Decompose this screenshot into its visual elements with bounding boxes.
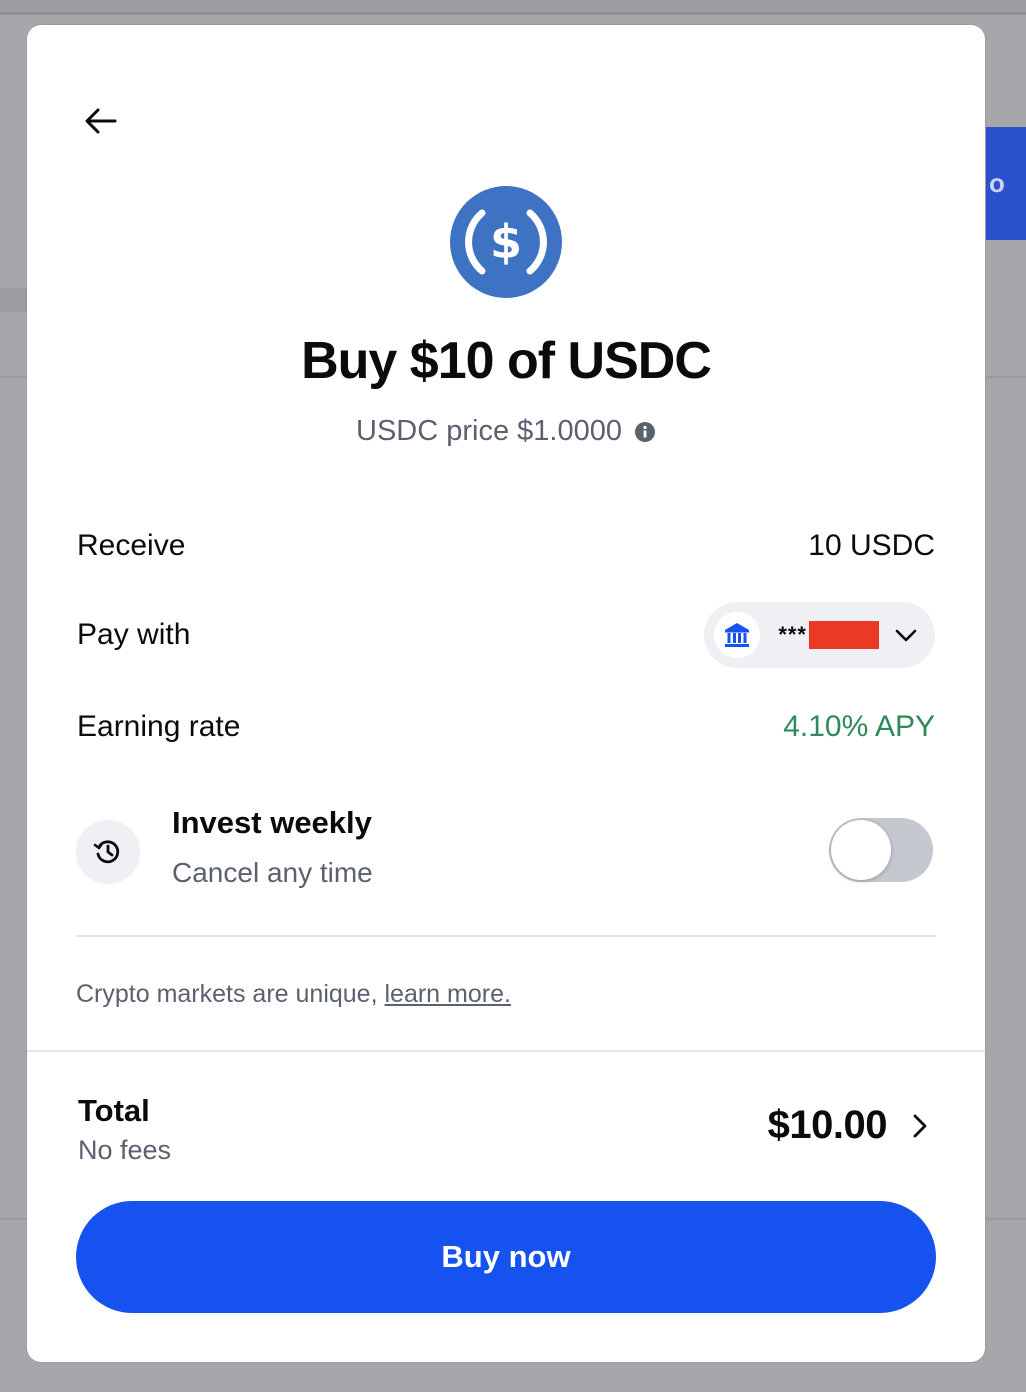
bank-icon [714, 612, 761, 658]
earning-label: Earning rate [77, 710, 241, 743]
chevron-right-icon [913, 1114, 927, 1137]
info-icon[interactable] [634, 421, 656, 443]
earning-value: 4.10% APY [783, 710, 935, 743]
price-text: USDC price $1.0000 [356, 415, 622, 447]
background-top-border [0, 12, 1026, 15]
account-masked: *** [778, 622, 807, 647]
disclaimer-text: Crypto markets are unique, [76, 980, 385, 1008]
total-amount: $10.00 [767, 1103, 888, 1147]
recurring-clock-icon [76, 820, 140, 884]
background-band [0, 288, 28, 312]
background-button-text: o [989, 168, 1005, 198]
chevron-down-icon [895, 629, 917, 642]
invest-weekly-title: Invest weekly [172, 805, 372, 840]
back-button[interactable] [79, 99, 123, 143]
background-divider [986, 376, 1026, 378]
background-top-bar [0, 0, 1026, 12]
background-divider [0, 376, 28, 378]
fees-note: No fees [78, 1135, 172, 1165]
redaction-block [809, 621, 879, 649]
receive-label: Receive [77, 529, 186, 562]
learn-more-link[interactable]: learn more. [384, 980, 510, 1008]
arrow-left-icon [85, 108, 117, 134]
price-line: USDC price $1.0000 [27, 415, 985, 448]
page-title: Buy $10 of USDC [301, 332, 712, 390]
svg-text:$: $ [490, 215, 522, 269]
receive-row: Receive 10 USDC [77, 524, 935, 568]
pay-with-label: Pay with [77, 618, 191, 651]
total-amount-button[interactable]: $10.00 [768, 1103, 933, 1148]
invest-weekly-subtitle: Cancel any time [172, 857, 373, 888]
footer-divider [27, 1050, 985, 1052]
invest-weekly-toggle[interactable] [829, 818, 933, 882]
disclaimer: Crypto markets are unique, learn more. [76, 980, 511, 1009]
earning-row: Earning rate 4.10% APY [77, 705, 935, 749]
usdc-coin-icon: $ [449, 185, 563, 299]
background-divider [986, 1218, 1026, 1220]
section-divider [76, 935, 936, 937]
receive-value: 10 USDC [808, 529, 935, 562]
total-label: Total [78, 1093, 150, 1128]
pay-with-row: Pay with *** [77, 602, 935, 668]
buy-modal: $ Buy $10 of USDC USDC price $1.0000 Rec… [27, 25, 985, 1362]
background-divider [0, 1218, 28, 1220]
buy-now-button[interactable]: Buy now [76, 1201, 936, 1313]
toggle-knob [831, 820, 891, 880]
payment-method-select[interactable]: *** [704, 602, 935, 668]
